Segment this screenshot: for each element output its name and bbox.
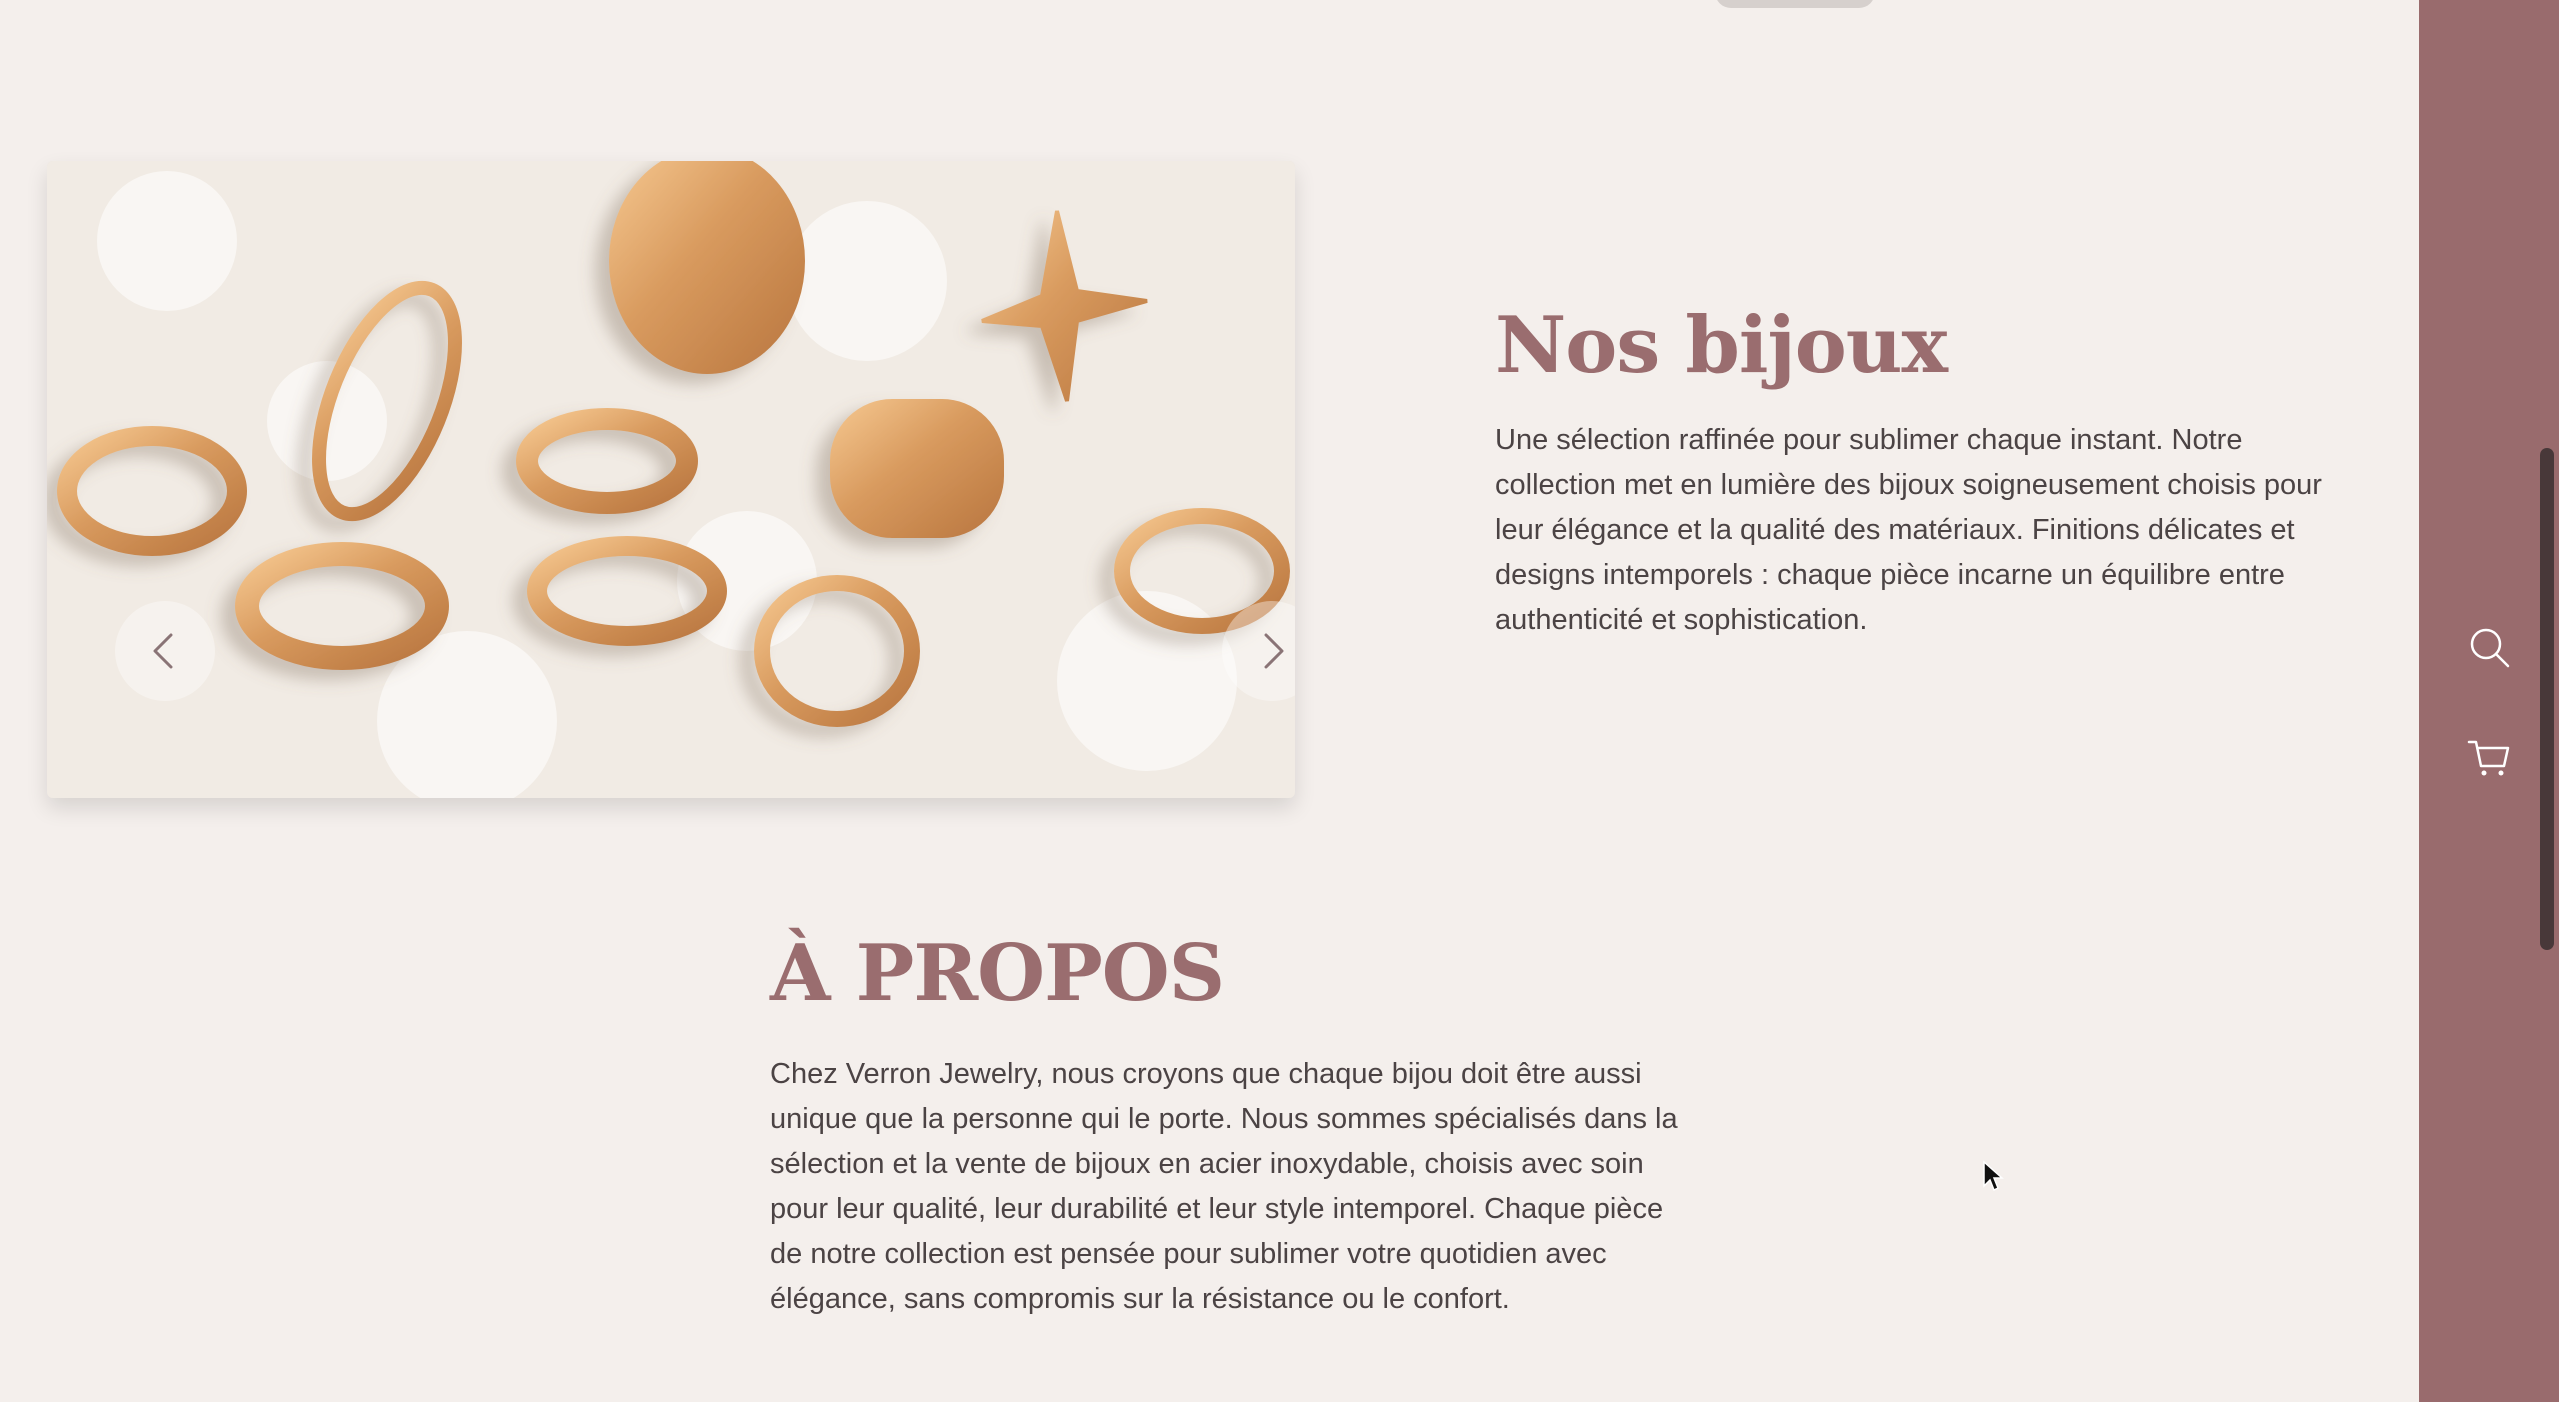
cart-button[interactable] <box>2466 734 2512 780</box>
cart-icon <box>2467 740 2510 776</box>
a-propos-title: À PROPOS <box>770 928 1225 1019</box>
right-sidebar <box>2419 0 2559 1402</box>
search-icon <box>2470 628 2510 668</box>
search-button[interactable] <box>2466 624 2512 670</box>
scrollbar-thumb[interactable] <box>2540 448 2554 950</box>
carousel-image <box>47 161 1295 798</box>
jewelry-carousel <box>47 161 1295 798</box>
partial-image-top <box>1715 0 1875 8</box>
nos-bijoux-title: Nos bijoux <box>1495 300 1948 391</box>
a-propos-description: Chez Verron Jewelry, nous croyons que ch… <box>770 1058 1678 1315</box>
carousel-prev-button[interactable] <box>115 601 215 701</box>
chevron-left-icon <box>153 633 173 669</box>
page: Nos bijoux Une sélection raffinée pour s… <box>0 0 2559 1402</box>
chevron-right-icon <box>1264 633 1284 669</box>
nos-bijoux-description: Une sélection raffinée pour sublimer cha… <box>1495 424 2322 636</box>
mouse-cursor-icon <box>1983 1160 2004 1192</box>
